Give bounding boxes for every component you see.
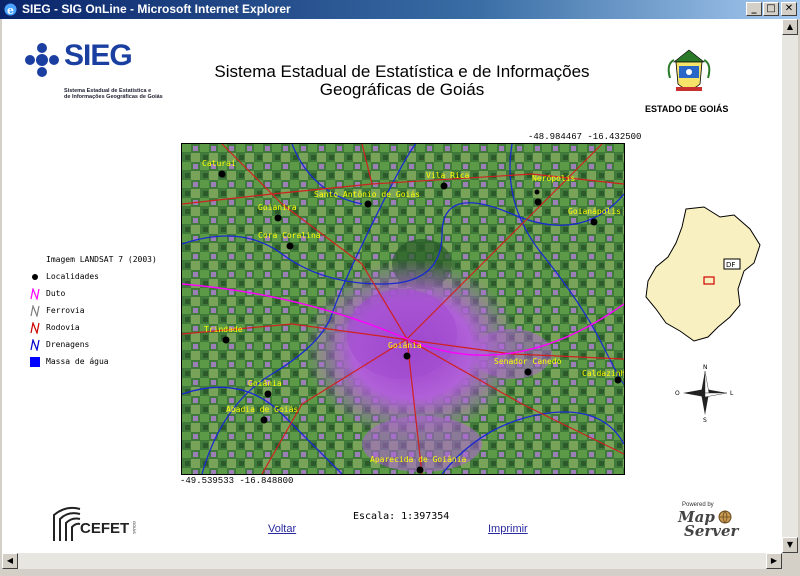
overview-map[interactable]: DF [642, 205, 772, 345]
label-aparecida: Aparecida de Goiânia [370, 455, 467, 464]
cefet-text: CEFET [80, 520, 130, 537]
compass-s: S [703, 417, 707, 423]
water-body-icon [30, 357, 40, 367]
locality-goiania[interactable] [403, 352, 411, 360]
mapserver-logo: Powered by Map Server [674, 502, 739, 542]
label-neropolis: Nerópolis [532, 173, 576, 183]
label-goiania: Goiânia [388, 341, 422, 350]
label-goiania-west: Goiânia [248, 379, 282, 388]
railway-line-icon [30, 305, 40, 317]
scroll-left-button[interactable]: ◀ [2, 553, 18, 569]
label-trindade: Trindade [204, 325, 243, 334]
legend-label: Drenagens [46, 340, 90, 349]
locality-cora-coralina[interactable] [286, 242, 294, 250]
legend-title: Imagem LANDSAT 7 (2003) [46, 255, 157, 264]
locality-goiania-west[interactable] [264, 390, 272, 398]
page-content: SIEG Sistema Estadual de Estatística e d… [2, 19, 782, 553]
maximize-button[interactable]: □ [763, 2, 779, 16]
cefet-logo: CEFET GOIÁS [52, 503, 142, 548]
locality-goianapolis[interactable] [590, 218, 598, 226]
locality-santo-antonio[interactable] [364, 200, 372, 208]
locality-neropolis[interactable] [534, 198, 542, 206]
mapserver-text-2: Server [684, 522, 739, 540]
locality-dot-icon [32, 274, 38, 280]
internet-explorer-icon: e [4, 3, 17, 17]
svg-text:e: e [7, 4, 14, 17]
sieg-logo-text: SIEG [64, 39, 133, 72]
compass-rose-icon: N S O L [675, 364, 734, 423]
label-santo-antonio: Santo Antônio de Goiás [314, 189, 420, 199]
goias-coat-of-arms-icon [667, 49, 711, 91]
state-label: ESTADO DE GOIÁS [645, 104, 729, 114]
legend-item-ferrovia[interactable]: Ferrovia [26, 305, 186, 321]
legend-label: Localidades [46, 272, 99, 281]
map-scale: Escala: 1:397354 [353, 511, 450, 522]
scroll-right-button[interactable]: ▶ [766, 553, 782, 569]
legend-item-rodovia[interactable]: Rodovia [26, 322, 186, 338]
legend-label: Rodovia [46, 323, 80, 332]
label-vila-rica: Vila Rica [426, 171, 470, 180]
locality-goianira[interactable] [274, 214, 282, 222]
duct-line-icon [30, 288, 40, 300]
label-caldazinha: Caldazinha [582, 369, 625, 378]
legend-item-localidades[interactable]: Localidades [26, 271, 186, 287]
locality-aparecida[interactable] [416, 466, 424, 474]
legend-label: Ferrovia [46, 306, 85, 315]
page-title-line2: Geográficas de Goiás [319, 80, 485, 99]
legend-label: Duto [46, 289, 66, 298]
sieg-logo-subtitle: Sistema Estadual de Estatística e de Inf… [64, 88, 163, 100]
globe-icon [718, 510, 732, 524]
scroll-down-button[interactable]: ▼ [782, 537, 798, 553]
locality-abadia[interactable] [260, 416, 268, 424]
locality-trindade[interactable] [222, 336, 230, 344]
df-label: DF [726, 261, 735, 269]
page-title-line1: Sistema Estadual de Estatística e de Inf… [214, 62, 590, 81]
label-caturai: Caturaí [202, 159, 236, 168]
drainage-line-icon [30, 339, 40, 351]
locality-senador-canedo[interactable] [524, 368, 532, 376]
label-abadia: Abadia de Goiás [226, 405, 298, 414]
goias-state-shape [645, 206, 761, 342]
sieg-subtitle-line2: de Informações Geográficas de Goiás [64, 94, 163, 100]
locality-nova-veneza[interactable] [534, 189, 540, 195]
back-link[interactable]: Voltar [268, 523, 296, 535]
compass-n: N [703, 364, 708, 371]
print-link[interactable]: Imprimir [488, 523, 528, 535]
locality-vila-rica[interactable] [440, 182, 448, 190]
locality-caturai[interactable] [218, 170, 226, 178]
label-goianapolis: Goianápolis [568, 207, 621, 216]
vertical-scrollbar[interactable]: ▲ ▼ [782, 19, 798, 553]
legend-label: Massa de água [46, 357, 109, 366]
minimize-button[interactable]: _ [746, 2, 762, 16]
cefet-sub: GOIÁS [132, 521, 137, 534]
window-titlebar: e SIEG - SIG OnLine - Microsoft Internet… [0, 0, 800, 19]
coord-top-right: -48.984467 -16.432500 [528, 132, 642, 142]
label-goianira: Goianira [258, 203, 297, 212]
coord-bottom-left: -49.539533 -16.848800 [180, 476, 294, 486]
compass-l: L [730, 390, 734, 397]
cefet-logo-mark [53, 506, 81, 541]
satellite-map[interactable]: Caturaí Goianira Cora Coralina Santo Ant… [181, 143, 625, 475]
label-senador-canedo: Senador Canedo [494, 357, 562, 366]
legend-item-massa-de-agua[interactable]: Massa de água [26, 356, 186, 372]
close-button[interactable]: ✕ [781, 2, 797, 16]
compass-o: O [675, 390, 680, 397]
road-line-icon [30, 322, 40, 334]
window-title: SIEG - SIG OnLine - Microsoft Internet E… [22, 2, 291, 16]
horizontal-scrollbar[interactable]: ◀ ▶ [2, 553, 782, 569]
scrollbar-corner [782, 553, 798, 569]
legend-item-duto[interactable]: Duto [26, 288, 186, 304]
page-title: Sistema Estadual de Estatística e de Inf… [172, 63, 632, 99]
sieg-logo-mark [25, 43, 59, 77]
label-cora-coralina: Cora Coralina [258, 231, 321, 240]
scroll-up-button[interactable]: ▲ [782, 19, 798, 35]
legend-item-drenagens[interactable]: Drenagens [26, 339, 186, 355]
